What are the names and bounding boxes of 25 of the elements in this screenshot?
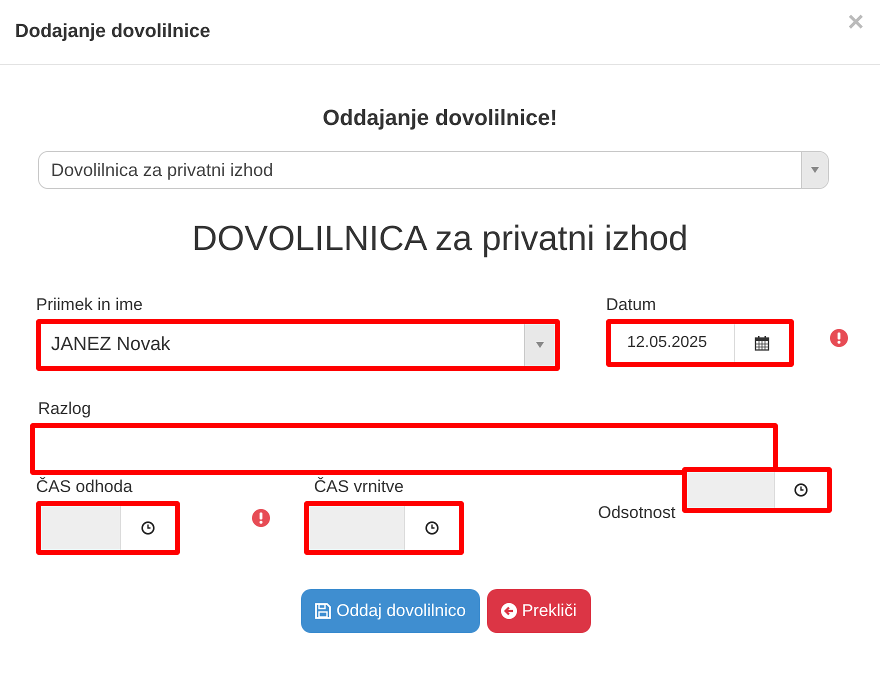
permit-title: DOVOLILNICA za privatni izhod [190,219,690,260]
field-label: Razlog [37,399,92,420]
dialog-title: Dodajanje dovolilnice [15,21,210,43]
permit-type-select[interactable]: Dovolilnica za privatni izhod [38,151,829,189]
clock-icon [141,521,155,535]
time-field[interactable] [304,501,464,555]
time-field[interactable] [682,467,832,513]
clock-icon [794,483,808,497]
submit-button[interactable]: Oddaj dovolilnico [301,589,480,633]
caret-icon [811,167,819,173]
field-label: Datum [606,295,658,316]
cancel-button[interactable]: Prekliči [486,589,591,633]
date-field[interactable]: 12.05.2025 [606,319,794,367]
time-field[interactable] [36,501,180,555]
text-field[interactable] [30,423,778,475]
field-label: Odsotnost [598,503,676,524]
calendar-icon [754,335,770,351]
name-select[interactable]: JANEZ Novak [36,319,560,371]
caret-icon [536,342,544,348]
field-label: ČAS vrnitve [313,477,405,498]
clock-icon [425,521,439,535]
field-label: ČAS odhoda [36,477,134,498]
back-arrow-icon [500,603,517,619]
field-label: Priimek in ime [36,295,144,316]
form-heading: Oddajanje dovolilnice! [322,105,558,132]
